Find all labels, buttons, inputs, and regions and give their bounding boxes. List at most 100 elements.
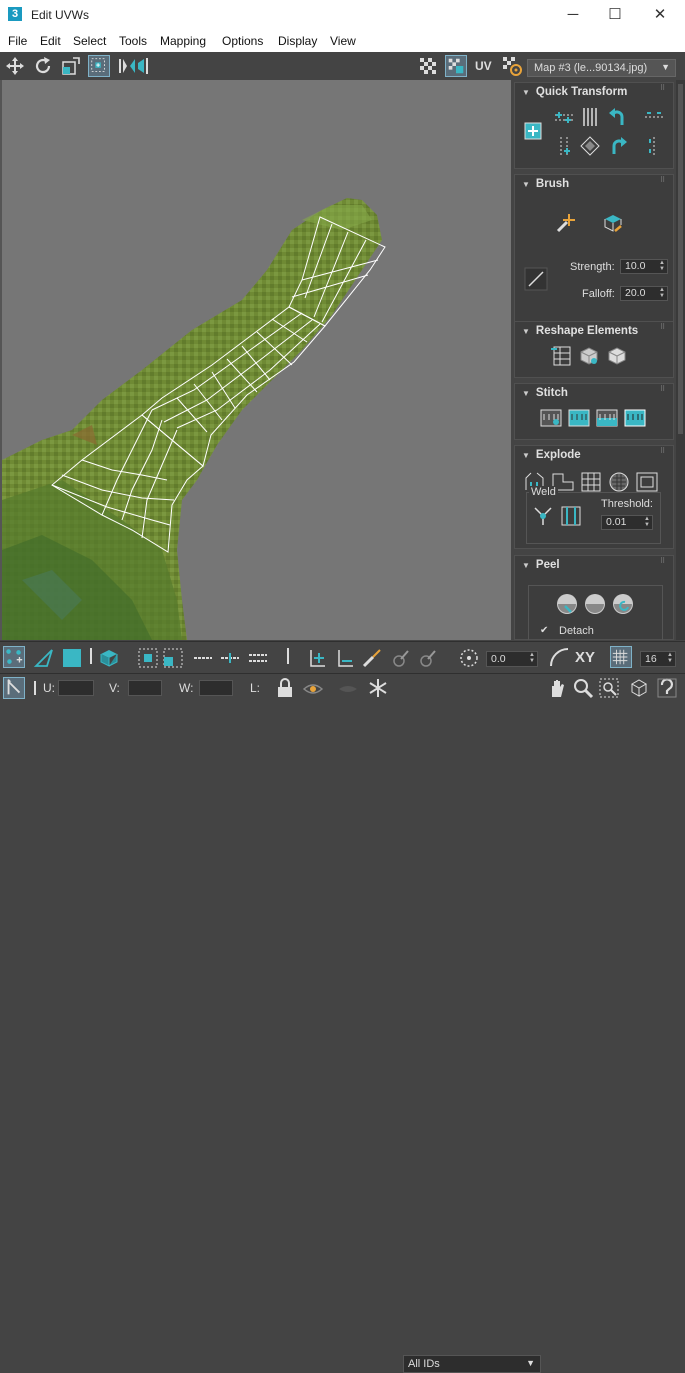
- stitch-to-source-icon[interactable]: [567, 406, 591, 430]
- weld-all-selected-icon[interactable]: [559, 504, 583, 528]
- menu-edit[interactable]: Edit: [40, 34, 61, 48]
- drag-handle-icon[interactable]: ⠿: [660, 386, 667, 395]
- w-coordinate-field[interactable]: [199, 680, 233, 696]
- menu-view[interactable]: View: [330, 34, 356, 48]
- drag-handle-icon[interactable]: ⠿: [660, 177, 667, 186]
- freeform-mode-button[interactable]: [88, 55, 110, 77]
- paint-grow-icon[interactable]: [389, 647, 411, 669]
- grid-snap-button[interactable]: [610, 646, 632, 668]
- vertex-mode-button[interactable]: [3, 646, 25, 668]
- menu-options[interactable]: Options: [222, 34, 263, 48]
- explode-by-material-icon[interactable]: [579, 470, 603, 494]
- brush-header[interactable]: ▼ Brush: [522, 178, 569, 190]
- straighten-icon[interactable]: [578, 134, 602, 158]
- u-coordinate-field[interactable]: [58, 680, 94, 696]
- uv-editor-viewport[interactable]: [0, 80, 511, 640]
- lock-icon[interactable]: [274, 677, 296, 699]
- scroll-thumb[interactable]: [678, 84, 683, 434]
- uv-axis-label[interactable]: UV: [475, 59, 492, 73]
- strength-spinner[interactable]: 10.0 ▲ ▼: [620, 259, 668, 274]
- uv-canvas[interactable]: [2, 80, 511, 640]
- flatten-to-islands-icon[interactable]: [635, 470, 659, 494]
- paint-select-icon[interactable]: [361, 647, 383, 669]
- quick-transform-header[interactable]: ▼ Quick Transform: [522, 86, 627, 98]
- explode-header[interactable]: ▼ Explode: [522, 449, 581, 461]
- stitch-custom-icon[interactable]: [539, 406, 563, 430]
- align-vertical-icon[interactable]: [552, 134, 576, 158]
- panel-scrollbar[interactable]: [676, 80, 685, 640]
- xy-axis-toggle[interactable]: XY: [575, 649, 595, 666]
- explode-by-uv-icon[interactable]: [607, 470, 631, 494]
- peel-header[interactable]: ▼ Peel: [522, 559, 560, 571]
- weld-selected-icon[interactable]: [531, 504, 555, 528]
- align-horizontal-space-icon[interactable]: [642, 105, 666, 129]
- threshold-spinner[interactable]: 0.01 ▲ ▼: [601, 515, 653, 530]
- quick-peel-icon[interactable]: [555, 592, 579, 616]
- ring-select-icon[interactable]: [247, 647, 269, 669]
- texture-settings-icon[interactable]: [501, 55, 523, 77]
- rotate-cw-icon[interactable]: [606, 134, 630, 158]
- relax-brush-icon[interactable]: [601, 211, 625, 235]
- relax-icon[interactable]: [577, 344, 601, 368]
- angle-arc-icon[interactable]: [548, 646, 570, 668]
- stitch-header[interactable]: ▼ Stitch: [522, 387, 568, 399]
- menu-select[interactable]: Select: [73, 34, 106, 48]
- rotate-icon[interactable]: [32, 55, 54, 77]
- set-pivot-icon[interactable]: [521, 119, 545, 143]
- close-button[interactable]: ✕: [649, 4, 671, 26]
- loop-select-icon[interactable]: [192, 647, 214, 669]
- edge-mode-icon[interactable]: [33, 647, 55, 669]
- unhide-eye-icon[interactable]: [337, 677, 359, 699]
- minimize-button[interactable]: ─: [562, 4, 584, 26]
- grid-size-spinner[interactable]: 16 ▲ ▼: [640, 651, 676, 667]
- zoom-icon[interactable]: [572, 677, 594, 699]
- show-map-button[interactable]: [445, 55, 467, 77]
- align-vertical-space-icon[interactable]: [642, 134, 666, 158]
- falloff-spinner[interactable]: 20.0 ▲ ▼: [620, 286, 668, 301]
- absolute-offset-toggle[interactable]: [3, 677, 25, 699]
- rotate-snap-icon[interactable]: [458, 647, 480, 669]
- menu-mapping[interactable]: Mapping: [160, 34, 206, 48]
- ring-shrink-icon[interactable]: [334, 647, 356, 669]
- drag-handle-icon[interactable]: ⠿: [660, 85, 667, 94]
- zoom-region-icon[interactable]: [598, 677, 620, 699]
- checker-pattern-icon[interactable]: [417, 55, 439, 77]
- paint-move-brush-icon[interactable]: [553, 211, 577, 235]
- align-horizontal-icon[interactable]: [552, 105, 576, 129]
- texture-map-dropdown[interactable]: Map #3 (le...90134.jpg) ▼: [527, 59, 676, 77]
- material-id-dropdown[interactable]: All IDs ▼: [403, 1355, 541, 1373]
- scale-icon[interactable]: [60, 55, 82, 77]
- spinner-arrows-icon[interactable]: ▲ ▼: [659, 260, 665, 272]
- space-vertical-icon[interactable]: [578, 105, 602, 129]
- rotate-angle-spinner[interactable]: 0.0 ▲ ▼: [486, 651, 538, 667]
- spinner-arrows-icon[interactable]: ▲ ▼: [659, 287, 665, 299]
- shrink-selection-icon[interactable]: [162, 647, 184, 669]
- spinner-arrows-icon[interactable]: ▲ ▼: [644, 516, 650, 528]
- detach-checkbox[interactable]: ✔: [540, 625, 548, 636]
- spinner-arrows-icon[interactable]: ▲ ▼: [667, 652, 673, 664]
- reshape-elements-header[interactable]: ▼ Reshape Elements: [522, 325, 638, 337]
- stitch-to-target-icon[interactable]: [623, 406, 647, 430]
- drag-handle-icon[interactable]: ⠿: [660, 324, 667, 333]
- ring-grow-icon[interactable]: [306, 647, 328, 669]
- drag-handle-icon[interactable]: ⠿: [660, 448, 667, 457]
- menu-file[interactable]: File: [8, 34, 27, 48]
- v-coordinate-field[interactable]: [128, 680, 162, 696]
- zoom-extents-icon[interactable]: [628, 677, 650, 699]
- stitch-average-icon[interactable]: [595, 406, 619, 430]
- peel-mode-icon[interactable]: [583, 592, 607, 616]
- grow-selection-icon[interactable]: [137, 647, 159, 669]
- drag-handle-icon[interactable]: ⠿: [660, 558, 667, 567]
- help-icon[interactable]: [656, 677, 678, 699]
- hide-eye-icon[interactable]: [302, 677, 324, 699]
- flip-icon[interactable]: [134, 55, 156, 77]
- element-mode-icon[interactable]: [98, 647, 120, 669]
- rotate-ccw-icon[interactable]: [606, 105, 630, 129]
- move-icon[interactable]: [4, 55, 26, 77]
- maximize-button[interactable]: ☐: [604, 4, 626, 26]
- paint-shrink-icon[interactable]: [416, 647, 438, 669]
- menu-tools[interactable]: Tools: [119, 34, 147, 48]
- relax-settings-icon[interactable]: [605, 344, 629, 368]
- freeze-snowflake-icon[interactable]: [367, 677, 389, 699]
- brush-falloff-icon[interactable]: [524, 267, 548, 291]
